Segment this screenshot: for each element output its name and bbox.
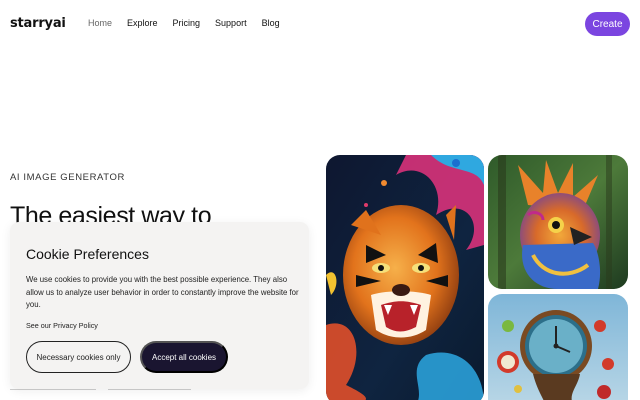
tiger-art-svg <box>326 155 484 400</box>
page: starryai Home Explore Pricing Support Bl… <box>0 0 640 400</box>
privacy-policy-link[interactable]: See our Privacy Policy <box>26 321 98 330</box>
hidden-button-outline <box>10 389 96 390</box>
cookie-description: We use cookies to provide you with the b… <box>26 275 299 310</box>
clock-art-svg <box>488 294 628 400</box>
necessary-cookies-button[interactable]: Necessary cookies only <box>26 341 131 373</box>
hero-eyebrow: AI IMAGE GENERATOR <box>10 172 125 183</box>
cookie-title: Cookie Preferences <box>26 246 149 262</box>
main-nav: Home Explore Pricing Support Blog <box>88 18 295 28</box>
nav-home[interactable]: Home <box>88 18 112 28</box>
nav-support[interactable]: Support <box>215 18 247 28</box>
logo[interactable]: starryai <box>10 16 66 31</box>
cookie-preferences-dialog: Cookie Preferences We use cookies to pro… <box>10 222 309 389</box>
bird-art-svg <box>488 155 628 289</box>
bird-artwork-image[interactable] <box>488 155 628 289</box>
tiger-artwork-image[interactable] <box>326 155 484 400</box>
nav-pricing[interactable]: Pricing <box>173 18 201 28</box>
hidden-button-outline <box>108 389 191 390</box>
accept-all-cookies-button[interactable]: Accept all cookies <box>140 341 228 373</box>
header: starryai Home Explore Pricing Support Bl… <box>0 0 640 48</box>
clock-artwork-image[interactable] <box>488 294 628 400</box>
nav-blog[interactable]: Blog <box>262 18 280 28</box>
nav-explore[interactable]: Explore <box>127 18 158 28</box>
create-button[interactable]: Create <box>585 12 630 36</box>
